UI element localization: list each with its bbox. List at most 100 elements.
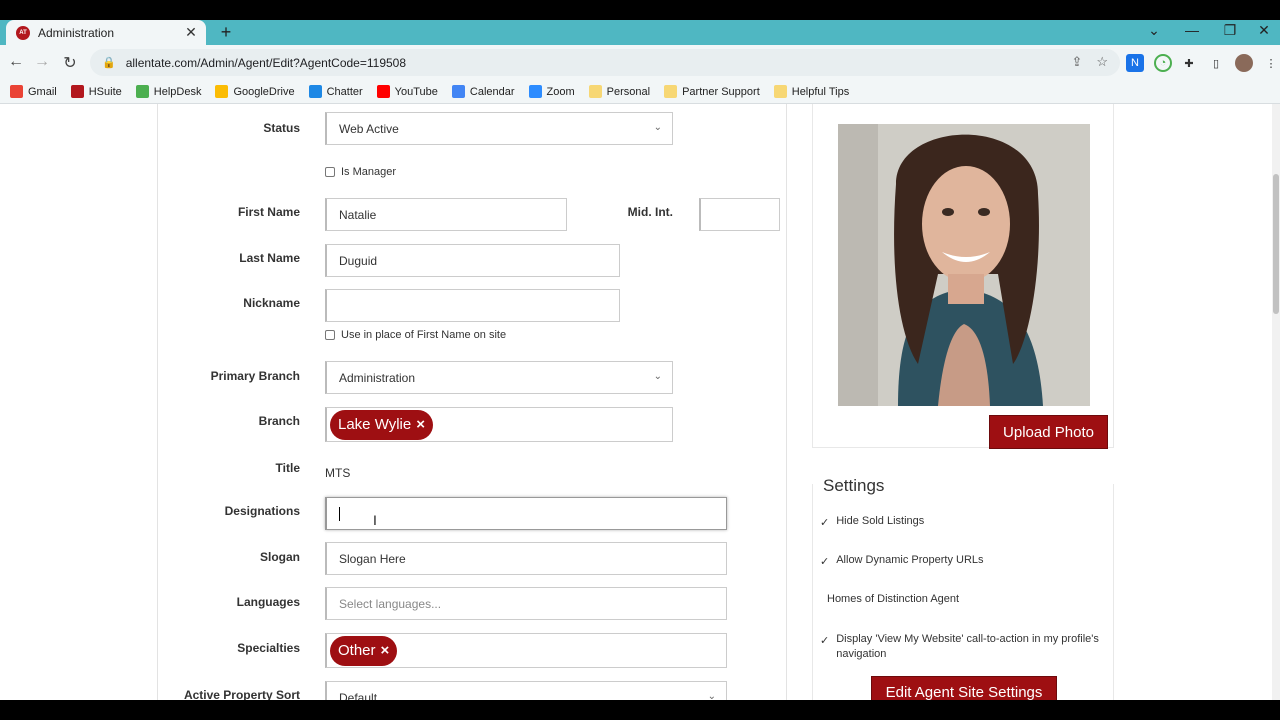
bookmark-googledrive[interactable]: GoogleDrive <box>215 85 295 98</box>
tab-title: Administration <box>38 25 115 40</box>
menu-dots-icon[interactable]: ⋮ <box>1262 54 1280 72</box>
bookmark-personal[interactable]: Personal <box>588 85 650 98</box>
bookmarks-bar: Gmail HSuite HelpDesk GoogleDrive Chatter You… <box>0 80 1280 104</box>
browser-toolbar: ← → ↻ 🔒 allentate.com/Admin/Agent/Edit?A… <box>0 45 1280 80</box>
bookmark-icon <box>376 85 390 98</box>
last-name-field[interactable]: Duguid <box>325 244 620 277</box>
extensions-puzzle-icon[interactable]: ✚ <box>1180 54 1198 72</box>
extension-circle-icon[interactable]: ◔ <box>1154 54 1172 72</box>
checkbox-box[interactable] <box>325 167 335 177</box>
sort-order-value: Default <box>339 690 378 701</box>
bookmark-helpdesk[interactable]: HelpDesk <box>135 85 202 98</box>
slogan-value: Slogan Here <box>339 551 406 566</box>
checkbox-box[interactable]: ✓ <box>820 634 829 649</box>
profile-avatar[interactable] <box>1235 54 1253 72</box>
bookmark-youtube[interactable]: YouTube <box>376 85 438 98</box>
languages-label: Languages <box>236 595 300 609</box>
minimize-icon[interactable]: — <box>1172 22 1212 38</box>
bookmark-chatter[interactable]: Chatter <box>308 85 363 98</box>
specialties-multiselect[interactable]: Other × <box>325 633 727 668</box>
setting-label: Display 'View My Website' call-to-action… <box>836 633 1099 660</box>
text-cursor-icon: I <box>373 512 377 528</box>
checkbox-box[interactable] <box>325 330 335 340</box>
branch-tag: Lake Wylie × <box>330 409 433 440</box>
bookmark-zoom[interactable]: Zoom <box>528 85 575 98</box>
bookmark-partner-support[interactable]: Partner Support <box>664 85 760 98</box>
agent-portrait-icon <box>838 124 1090 406</box>
back-icon[interactable]: ← <box>6 53 26 71</box>
primary-branch-label: Primary Branch <box>210 369 300 383</box>
agent-edit-page: Status Web Active ⌄ Is Manager First Nam… <box>0 104 1280 700</box>
checkbox-box[interactable]: ✓ <box>820 555 829 570</box>
side-panel-icon[interactable]: ▯ <box>1207 54 1225 72</box>
bookmark-icon <box>528 85 542 98</box>
designations-field[interactable] <box>325 497 727 530</box>
bookmark-hsuite[interactable]: HSuite <box>70 85 122 98</box>
bookmark-label: HelpDesk <box>153 85 202 98</box>
bookmark-label: YouTube <box>394 85 438 98</box>
use-in-place-checkbox[interactable]: Use in place of First Name on site <box>325 329 506 341</box>
setting-homes-of-distinction[interactable]: Homes of Distinction Agent <box>820 592 1105 607</box>
remove-tag-icon[interactable]: × <box>416 416 425 433</box>
chevron-down-icon: ⌄ <box>653 371 662 382</box>
allentate-favicon-icon: AT <box>16 25 30 40</box>
languages-multiselect[interactable]: Select languages... <box>325 587 727 620</box>
bookmark-helpful-tips[interactable]: Helpful Tips <box>773 85 849 98</box>
primary-branch-select[interactable]: Administration ⌄ <box>325 361 673 394</box>
bookmark-star-icon[interactable]: ☆ <box>1096 54 1108 70</box>
bookmark-icon <box>10 85 23 98</box>
address-bar[interactable]: 🔒 allentate.com/Admin/Agent/Edit?AgentCo… <box>90 49 1120 76</box>
new-tab-icon[interactable]: + <box>216 22 236 43</box>
bookmark-icon <box>70 85 84 98</box>
status-select[interactable]: Web Active ⌄ <box>325 112 673 145</box>
bookmark-label: Calendar <box>469 85 515 98</box>
extension-new-icon[interactable]: N <box>1126 54 1144 72</box>
setting-allow-dynamic-urls[interactable]: ✓ Allow Dynamic Property URLs <box>820 553 1105 570</box>
bookmark-icon <box>308 85 322 98</box>
mid-int-field[interactable] <box>699 198 780 231</box>
slogan-label: Slogan <box>259 550 300 564</box>
primary-branch-value: Administration <box>339 370 416 385</box>
first-name-label: First Name <box>237 205 300 219</box>
settings-panel: Settings ✓ Hide Sold Listings ✓ Allow Dy… <box>812 470 1114 700</box>
agent-photo <box>838 124 1090 406</box>
branch-label: Branch <box>258 414 300 428</box>
nickname-field[interactable] <box>325 289 620 322</box>
checkbox-box[interactable]: ✓ <box>820 516 829 531</box>
scrollbar-thumb[interactable] <box>1273 174 1279 314</box>
lock-icon[interactable]: 🔒 <box>102 56 116 69</box>
upload-photo-button[interactable]: Upload Photo <box>989 415 1108 449</box>
edit-agent-site-settings-button[interactable]: Edit Agent Site Settings <box>871 676 1057 700</box>
status-value: Web Active <box>339 121 399 136</box>
setting-hide-sold-listings[interactable]: ✓ Hide Sold Listings <box>820 514 1105 531</box>
branch-tag-label: Lake Wylie <box>338 416 412 433</box>
bookmark-label: Chatter <box>326 85 363 98</box>
forward-icon[interactable]: → <box>32 53 52 71</box>
designations-label: Designations <box>224 504 300 518</box>
use-in-place-label: Use in place of First Name on site <box>341 329 507 341</box>
bookmark-label: Zoom <box>546 85 575 98</box>
tab-search-icon[interactable]: ⌄ <box>1134 22 1174 39</box>
is-manager-label: Is Manager <box>341 166 397 178</box>
setting-label: Hide Sold Listings <box>836 515 925 527</box>
branch-multiselect[interactable]: Lake Wylie × <box>325 407 673 442</box>
bookmark-icon <box>773 85 787 98</box>
bookmark-icon <box>588 85 602 98</box>
reload-icon[interactable]: ↻ <box>60 53 80 73</box>
window-close-icon[interactable]: ✕ <box>1244 22 1280 39</box>
tab-close-icon[interactable]: ✕ <box>182 24 200 41</box>
first-name-value: Natalie <box>339 207 377 222</box>
share-icon[interactable]: ⇪ <box>1071 54 1082 70</box>
chevron-down-icon: ⌄ <box>707 691 716 700</box>
tab-administration[interactable]: AT Administration ✕ <box>6 20 206 45</box>
bookmark-gmail[interactable]: Gmail <box>10 85 57 98</box>
text-caret <box>339 506 340 521</box>
slogan-field[interactable]: Slogan Here <box>325 542 727 575</box>
is-manager-checkbox[interactable]: Is Manager <box>325 166 396 178</box>
bookmark-calendar[interactable]: Calendar <box>451 85 515 98</box>
remove-tag-icon[interactable]: × <box>381 642 390 659</box>
sort-order-select[interactable]: Default ⌄ <box>325 681 727 700</box>
setting-view-my-website-cta[interactable]: ✓ Display 'View My Website' call-to-acti… <box>820 632 1105 662</box>
page-scrollbar[interactable] <box>1272 104 1280 700</box>
bookmark-label: GoogleDrive <box>233 85 295 98</box>
